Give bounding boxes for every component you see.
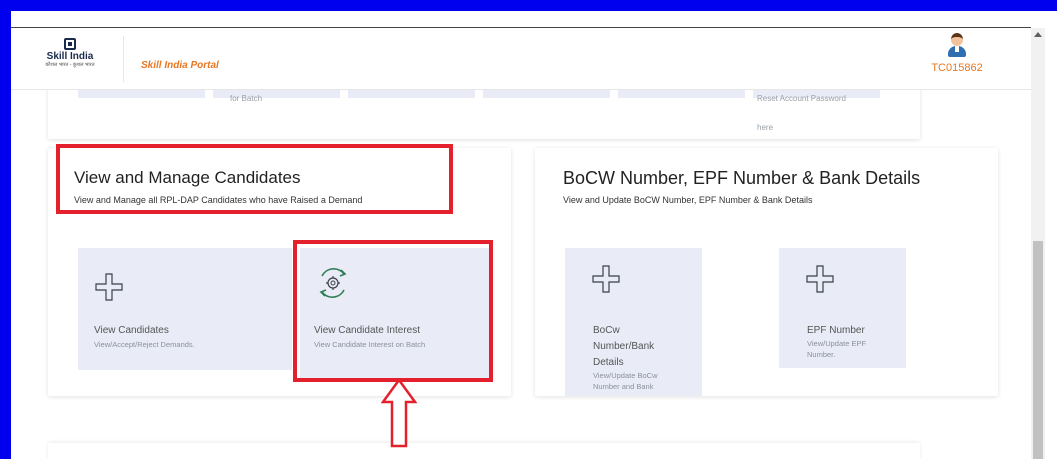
epf-number-tile[interactable]: EPF Number View/Update EPF Number. (779, 248, 906, 368)
next-section-card (48, 443, 920, 459)
tile-subtitle-line2: Number. (807, 350, 836, 359)
tile-subtitle: View/Accept/Reject Demands. (94, 340, 195, 349)
top-header: Skill India कौशल भारत - कुशल भारत Skill … (11, 28, 1031, 90)
logo-text: Skill India (46, 51, 94, 62)
tile-title: EPF Number (807, 325, 865, 336)
bocw-number-bank-tile[interactable]: BoCw Number/Bank Details View/Update BoC… (565, 248, 702, 396)
plus-icon (806, 265, 834, 293)
portal-title: Skill India Portal (141, 60, 219, 71)
quick-action-text: for Batch (230, 94, 263, 103)
title-highlight-box (56, 144, 453, 214)
bocw-details-card: BoCW Number, EPF Number & Bank Details V… (535, 148, 998, 396)
tile-subtitle-line2: Number and Bank (593, 382, 654, 391)
emblem-icon (64, 38, 76, 50)
logo-tagline: कौशल भारत - कुशल भारत (45, 62, 95, 68)
skill-india-logo[interactable]: Skill India कौशल भारत - कुशल भारत (35, 38, 105, 78)
tile-title: View Candidates (94, 325, 169, 336)
tile-title-line2: Number/Bank (593, 341, 655, 352)
user-menu[interactable]: TC015862 (917, 32, 997, 74)
scroll-thumb[interactable] (1033, 241, 1043, 459)
tile-subtitle: View/Update EPF (807, 339, 867, 348)
browser-viewport: Skill India कौशल भारत - कुशल भारत Skill … (11, 11, 1057, 459)
view-candidates-tile[interactable]: View Candidates View/Accept/Reject Deman… (78, 248, 292, 370)
quick-action-text: Reset Account Password (757, 94, 846, 103)
bocw-title: BoCW Number, EPF Number & Bank Details (563, 168, 921, 188)
up-arrow-icon (381, 378, 417, 448)
tile-highlight-box (293, 240, 493, 382)
quick-action-text-cont: here (757, 123, 774, 132)
user-id[interactable]: TC015862 (917, 62, 997, 74)
scroll-up-icon[interactable] (1034, 32, 1042, 37)
plus-icon (592, 265, 620, 293)
tile-title: BoCw (593, 325, 620, 336)
tile-title-line3: Details (593, 357, 624, 368)
bocw-subtitle: View and Update BoCW Number, EPF Number … (563, 195, 813, 205)
header-divider (123, 36, 124, 82)
tile-subtitle: View/Update BoCw (593, 371, 658, 380)
plus-icon (95, 273, 123, 301)
vertical-scrollbar[interactable] (1031, 28, 1045, 459)
avatar-icon[interactable] (946, 32, 968, 58)
